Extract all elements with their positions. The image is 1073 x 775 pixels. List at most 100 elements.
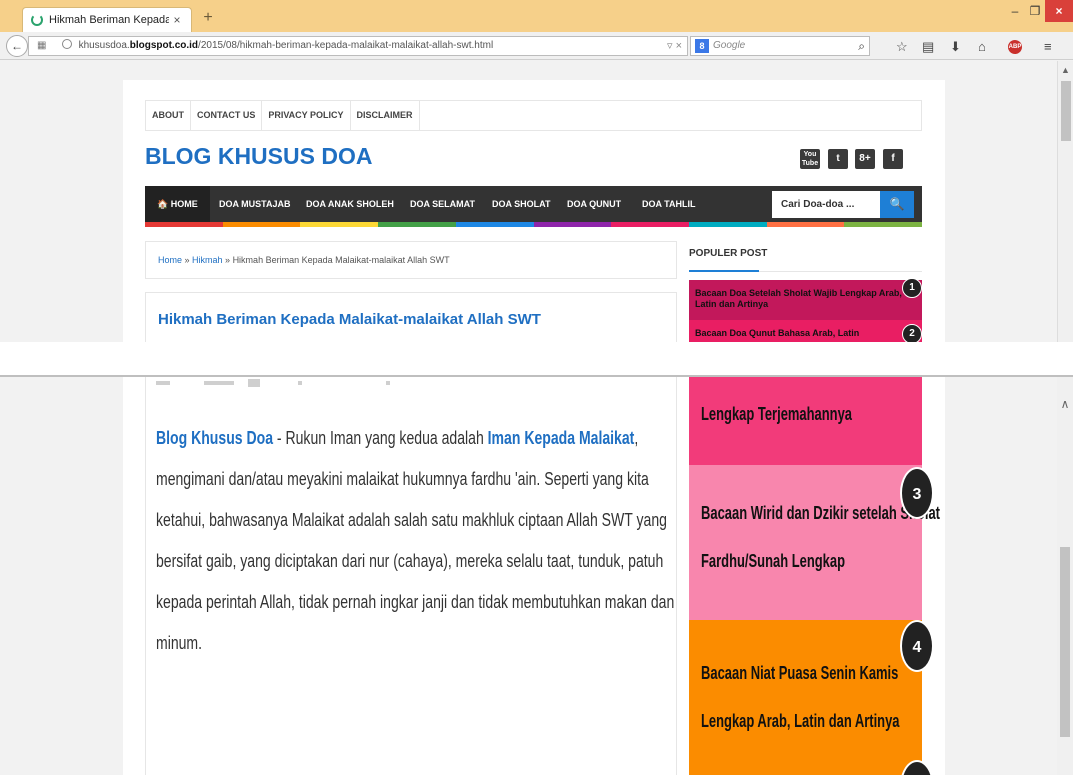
download-icon[interactable]: ⬇: [950, 40, 961, 54]
nav-doa-mustajab[interactable]: DOA MUSTAJAB: [219, 186, 291, 222]
top-menu-privacy[interactable]: PRIVACY POLICY: [262, 100, 351, 131]
popular-post-title: Lengkap Terjemahannya: [701, 404, 853, 424]
search-placeholder: Google: [713, 40, 746, 51]
nav-home[interactable]: 🏠 HOME: [145, 186, 210, 222]
zoomed-page-container: Blog Khusus Doa - Rukun Iman yang kedua …: [123, 377, 945, 775]
breadcrumb-separator: »: [222, 255, 233, 265]
popular-post-list: Lengkap Terjemahannya Bacaan Wirid dan D…: [689, 377, 940, 775]
facebook-icon[interactable]: f: [883, 149, 903, 169]
popular-post-title: Lengkap Arab, Latin dan Artinya: [701, 711, 900, 731]
breadcrumb-current: Hikmah Beriman Kepada Malaikat-malaikat …: [232, 255, 450, 265]
post-header: Hikmah Beriman Kepada Malaikat-malaikat …: [145, 292, 677, 342]
search-bar[interactable]: 8 Google ⌕: [690, 36, 870, 56]
url-domain: khususdoa.: [78, 40, 130, 51]
youtube-icon[interactable]: You Tube: [800, 149, 820, 169]
scrollbar-bottom[interactable]: ∧: [1057, 377, 1073, 775]
bookmark-star-icon[interactable]: ☆: [896, 40, 908, 54]
color-strip-segment: [533, 222, 612, 227]
url-bar[interactable]: ▦ khususdoa.blogspot.co.id/2015/08/hikma…: [28, 36, 688, 56]
maximize-button[interactable]: ❐: [1025, 0, 1045, 22]
search-icon[interactable]: ⌕: [858, 37, 865, 55]
new-tab-button[interactable]: +: [198, 8, 218, 28]
popular-rank-badge: 3: [900, 467, 934, 519]
top-menu: ABOUT CONTACT US PRIVACY POLICY DISCLAIM…: [145, 100, 922, 131]
main-navigation: 🏠 HOME DOA MUSTAJAB DOA ANAK SHOLEH DOA …: [145, 186, 922, 222]
nav-doa-tahlil[interactable]: DOA TAHLIL: [642, 186, 696, 222]
adblock-icon[interactable]: ABP: [1008, 40, 1022, 54]
search-engine-icon[interactable]: 8: [695, 39, 709, 53]
article-meta-cut: [156, 377, 396, 389]
breadcrumb-home[interactable]: Home: [158, 255, 182, 265]
close-window-button[interactable]: ×: [1045, 0, 1073, 22]
article-body: Blog Khusus Doa - Rukun Iman yang kedua …: [156, 418, 675, 664]
article-column: Blog Khusus Doa - Rukun Iman yang kedua …: [145, 377, 677, 775]
color-strip-segment: [455, 222, 534, 227]
twitter-icon[interactable]: t: [828, 149, 848, 169]
article-inner-link[interactable]: Iman Kepada Malaikat: [488, 428, 635, 448]
color-strip-segment: [145, 222, 223, 227]
popular-post-title: Bacaan Doa Qunut Bahasa Arab, Latin: [695, 328, 860, 338]
screenshot-stage: Hikmah Beriman Kepada ... × + – ❐ × ← ▦ …: [0, 0, 1073, 775]
back-button[interactable]: ←: [6, 35, 28, 57]
screenshot-separator: [0, 342, 1073, 375]
breadcrumb-category[interactable]: Hikmah: [192, 255, 223, 265]
popular-rank-badge: 2: [902, 324, 922, 342]
top-menu-contact[interactable]: CONTACT US: [191, 100, 263, 131]
color-strip-segment: [688, 222, 767, 227]
home-icon[interactable]: ⌂: [978, 40, 986, 54]
article-text: , mengimani dan/atau meyakini malaikat h…: [156, 428, 675, 653]
nav-doa-anak-sholeh[interactable]: DOA ANAK SHOLEH: [306, 186, 394, 222]
blog-logo-title[interactable]: BLOG KHUSUS DOA: [145, 143, 372, 170]
popular-post-item[interactable]: Lengkap Terjemahannya: [689, 377, 922, 465]
site-search-input[interactable]: Cari Doa-doa ...: [772, 191, 880, 218]
scroll-thumb[interactable]: [1060, 547, 1070, 737]
popular-post-item[interactable]: Bacaan Doa Qunut Bahasa Arab, Latin: [689, 320, 922, 342]
popular-post-title: Bacaan Niat Puasa Senin Kamis: [701, 663, 899, 683]
popular-rank-badge: 1: [902, 278, 922, 298]
page-container: ABOUT CONTACT US PRIVACY POLICY DISCLAIM…: [123, 80, 945, 342]
post-title[interactable]: Hikmah Beriman Kepada Malaikat-malaikat …: [158, 311, 541, 328]
color-strip-segment: [611, 222, 689, 227]
popular-post-heading: POPULER POST: [689, 248, 768, 259]
nav-doa-sholat[interactable]: DOA SHOLAT: [492, 186, 551, 222]
popular-post-title: Fardhu/Sunah Lengkap: [701, 551, 846, 571]
nav-color-strip: [145, 222, 923, 227]
loading-icon: [31, 14, 43, 26]
nav-doa-selamat[interactable]: DOA SELAMAT: [410, 186, 475, 222]
google-plus-icon[interactable]: 8+: [855, 149, 875, 169]
scroll-up-icon[interactable]: ▲: [1058, 65, 1073, 75]
scroll-up-icon[interactable]: ∧: [1057, 397, 1073, 411]
popular-underline: [689, 270, 759, 272]
scroll-thumb[interactable]: [1061, 81, 1071, 141]
minimize-button[interactable]: –: [1005, 0, 1025, 22]
scrollbar-top[interactable]: ▲: [1057, 61, 1073, 342]
url-dropdown-icon[interactable]: ▿ ×: [667, 36, 682, 56]
breadcrumb: Home » Hikmah » Hikmah Beriman Kepada Ma…: [145, 241, 677, 279]
color-strip-segment: [766, 222, 845, 227]
zoomed-page-view: Blog Khusus Doa - Rukun Iman yang kedua …: [0, 375, 1073, 775]
color-strip-segment: [378, 222, 456, 227]
search-button[interactable]: 🔍: [880, 191, 914, 218]
color-strip-segment: [222, 222, 301, 227]
globe-icon: [61, 39, 72, 49]
page-info-icon[interactable]: ▦: [37, 37, 49, 55]
bookmarks-list-icon[interactable]: ▤: [922, 40, 934, 54]
nav-doa-qunut[interactable]: DOA QUNUT: [567, 186, 621, 222]
tab-active[interactable]: Hikmah Beriman Kepada ... ×: [22, 7, 192, 32]
popular-rank-badge: 4: [900, 620, 934, 672]
tab-close-icon[interactable]: ×: [169, 13, 185, 27]
navigation-toolbar: ← ▦ khususdoa.blogspot.co.id/2015/08/hik…: [0, 32, 1073, 60]
popular-post-item[interactable]: Bacaan Wirid dan Dzikir setelah Sholat F…: [689, 465, 940, 620]
popular-post-title: Bacaan Doa Setelah Sholat Wajib Lengkap …: [695, 288, 902, 309]
article-lead-link[interactable]: Blog Khusus Doa: [156, 428, 273, 448]
popular-post-title: Bacaan Wirid dan Dzikir setelah Sholat: [701, 503, 940, 523]
top-menu-disclaimer[interactable]: DISCLAIMER: [351, 100, 420, 131]
popular-post-item[interactable]: Bacaan Niat Puasa Senin Kamis Lengkap Ar…: [689, 620, 922, 775]
menu-icon[interactable]: ≡: [1044, 40, 1052, 54]
tab-title: Hikmah Beriman Kepada ...: [49, 14, 169, 26]
popular-post-item[interactable]: Bacaan Doa Setelah Sholat Wajib Lengkap …: [689, 280, 922, 320]
color-strip-segment: [300, 222, 379, 227]
breadcrumb-separator: »: [182, 255, 193, 265]
top-menu-about[interactable]: ABOUT: [146, 100, 191, 131]
color-strip-segment: [844, 222, 923, 227]
